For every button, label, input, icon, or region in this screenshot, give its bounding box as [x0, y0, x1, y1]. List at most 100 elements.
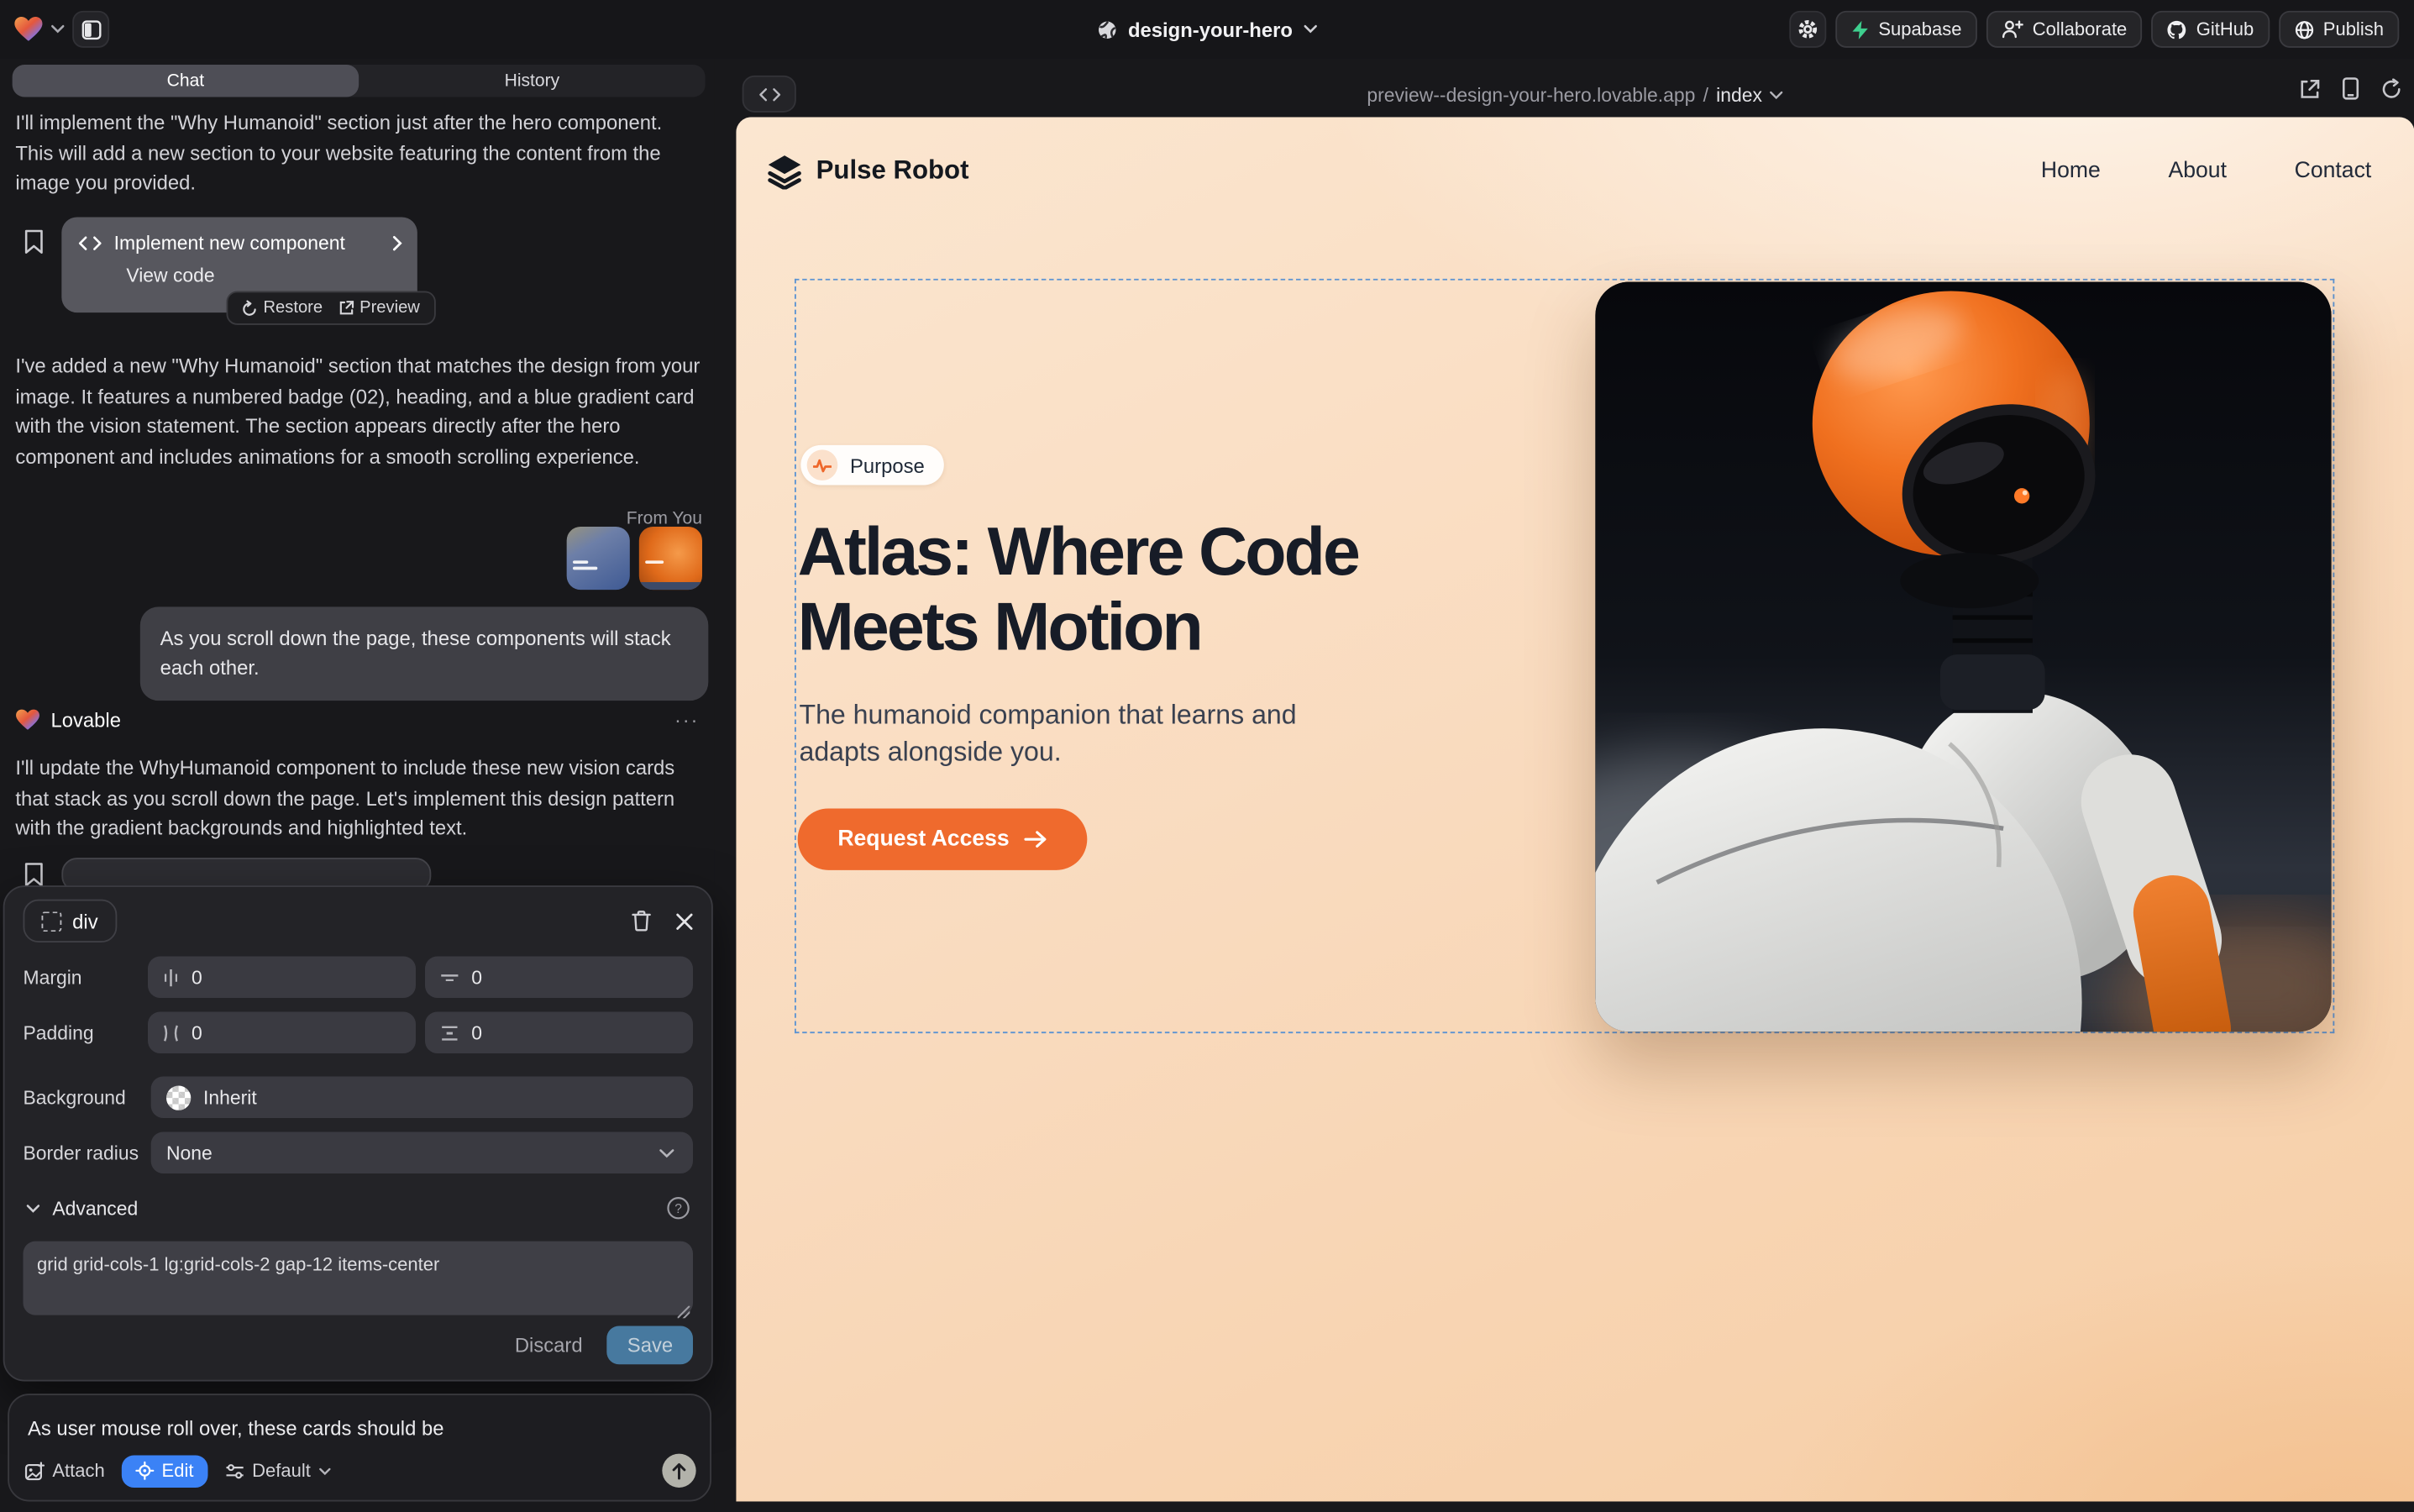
element-inspector-panel: div Margin 0 0 Padding — [3, 885, 713, 1381]
color-swatch-transparent — [166, 1085, 191, 1110]
nav-home[interactable]: Home — [2041, 159, 2101, 183]
github-button[interactable]: GitHub — [2152, 11, 2270, 48]
attachment-thumbnail-orange[interactable] — [639, 527, 702, 590]
chevron-right-icon — [392, 235, 401, 250]
preview-button[interactable]: Preview — [338, 299, 419, 318]
lovable-app: design-your-hero Supabase Collaborate Gi… — [0, 0, 2414, 1512]
margin-horizontal-icon — [164, 968, 179, 986]
github-icon — [2167, 19, 2187, 39]
assistant-header: Lovable ··· — [15, 708, 699, 731]
model-mode-select[interactable]: Default — [224, 1460, 331, 1482]
padding-label: Padding — [23, 1021, 148, 1043]
supabase-icon — [1850, 19, 1869, 39]
composer-input[interactable]: As user mouse roll over, these cards sho… — [28, 1417, 691, 1440]
collaborate-button[interactable]: Collaborate — [1986, 11, 2143, 48]
chat-history-tabs: Chat History — [13, 65, 706, 97]
svg-text:?: ? — [674, 1202, 682, 1216]
project-switcher[interactable]: design-your-hero — [1097, 0, 1317, 59]
open-in-new-tab-icon[interactable] — [2299, 78, 2321, 100]
close-inspector-button[interactable] — [676, 912, 693, 929]
mobile-view-icon[interactable] — [2342, 77, 2359, 100]
bookmark-icon[interactable] — [24, 863, 43, 887]
border-radius-select[interactable]: None — [151, 1131, 693, 1173]
advanced-section-label[interactable]: Advanced — [52, 1197, 138, 1219]
project-name: design-your-hero — [1128, 18, 1293, 40]
send-button[interactable] — [662, 1454, 695, 1488]
site-nav: Home About Contact — [2041, 159, 2371, 183]
site-viewport: Pulse Robot Home About Contact Purpose A… — [736, 117, 2414, 1501]
publish-button[interactable]: Publish — [2279, 11, 2400, 48]
site-brand[interactable]: Pulse Robot — [765, 152, 968, 189]
assistant-name: Lovable — [50, 708, 121, 731]
publish-globe-icon — [2294, 19, 2314, 39]
restore-button[interactable]: Restore — [242, 299, 323, 318]
preview-url: preview--design-your-hero.lovable.app — [1367, 84, 1695, 106]
padding-horizontal-icon — [164, 1023, 179, 1042]
attach-button[interactable]: Attach — [24, 1460, 104, 1482]
external-link-icon — [338, 300, 353, 315]
message-menu-button[interactable]: ··· — [674, 708, 699, 731]
nav-contact[interactable]: Contact — [2295, 159, 2372, 183]
discard-button[interactable]: Discard — [515, 1334, 583, 1357]
chat-composer[interactable]: As user mouse roll over, these cards sho… — [8, 1394, 711, 1501]
advanced-classes-textarea[interactable]: grid grid-cols-1 lg:grid-cols-2 gap-12 i… — [23, 1242, 692, 1315]
topbar: design-your-hero Supabase Collaborate Gi… — [0, 0, 2414, 59]
pulse-icon — [807, 449, 838, 480]
site-brand-name: Pulse Robot — [816, 155, 969, 186]
site-header: Pulse Robot Home About Contact — [736, 117, 2414, 224]
restore-icon — [242, 300, 257, 317]
chevron-down-icon[interactable] — [50, 24, 64, 34]
component-change-title: Implement new component — [114, 233, 345, 255]
target-icon — [135, 1462, 154, 1480]
lovable-logo-icon[interactable] — [13, 15, 43, 43]
refresh-icon[interactable] — [2380, 78, 2402, 100]
bookmark-icon[interactable] — [24, 229, 43, 254]
assistant-message: I'll implement the "Why Humanoid" sectio… — [15, 108, 702, 197]
margin-y-input[interactable]: 0 — [425, 956, 693, 997]
hero-subtitle: The humanoid companion that learns and a… — [799, 697, 1368, 769]
assistant-message: I'll update the WhyHumanoid component to… — [15, 753, 702, 843]
preview-url-bar[interactable]: preview--design-your-hero.lovable.app / … — [736, 72, 2414, 117]
request-access-button[interactable]: Request Access — [798, 808, 1087, 869]
attachment-thumbnail-blue[interactable] — [567, 527, 630, 590]
globe-icon — [1097, 19, 1117, 39]
attach-image-icon — [24, 1461, 45, 1481]
preview-toolbar: preview--design-your-hero.lovable.app / … — [736, 72, 2414, 117]
chevron-down-icon — [1304, 24, 1317, 34]
layers-icon — [765, 152, 804, 189]
view-code-link[interactable]: View code — [61, 254, 417, 286]
gear-icon — [1797, 18, 1818, 40]
tab-history[interactable]: History — [359, 65, 705, 97]
from-you-label: From You — [627, 510, 702, 528]
chevron-down-icon[interactable] — [26, 1204, 39, 1213]
arrow-up-icon — [671, 1462, 686, 1479]
assistant-message: I've added a new "Why Humanoid" section … — [15, 351, 702, 471]
background-input[interactable]: Inherit — [151, 1076, 693, 1117]
tab-chat[interactable]: Chat — [13, 65, 359, 97]
save-button[interactable]: Save — [607, 1326, 693, 1364]
add-user-icon — [2002, 20, 2023, 39]
code-icon — [78, 235, 101, 250]
settings-button[interactable] — [1789, 11, 1826, 48]
user-message-bubble: As you scroll down the page, these compo… — [140, 606, 708, 701]
padding-vertical-icon — [441, 1025, 459, 1040]
padding-x-input[interactable]: 0 — [149, 1011, 417, 1053]
resize-handle[interactable] — [678, 1306, 690, 1319]
preview-pane: preview--design-your-hero.lovable.app / … — [736, 59, 2414, 1502]
delete-element-button[interactable] — [632, 910, 652, 932]
padding-y-input[interactable]: 0 — [425, 1011, 693, 1053]
margin-x-input[interactable]: 0 — [149, 956, 417, 997]
sliders-icon — [224, 1462, 244, 1479]
margin-label: Margin — [23, 966, 148, 988]
help-icon[interactable]: ? — [667, 1196, 690, 1219]
trash-icon — [632, 910, 652, 932]
sidebar-toggle-button[interactable] — [72, 11, 109, 48]
background-label: Background — [23, 1086, 150, 1108]
chevron-down-icon — [659, 1148, 674, 1158]
selected-element-pill[interactable]: div — [23, 900, 116, 942]
hero-badge-label: Purpose — [850, 454, 925, 476]
edit-mode-button[interactable]: Edit — [122, 1455, 207, 1487]
supabase-button[interactable]: Supabase — [1835, 11, 1977, 48]
arrow-right-icon — [1023, 830, 1046, 848]
nav-about[interactable]: About — [2168, 159, 2226, 183]
